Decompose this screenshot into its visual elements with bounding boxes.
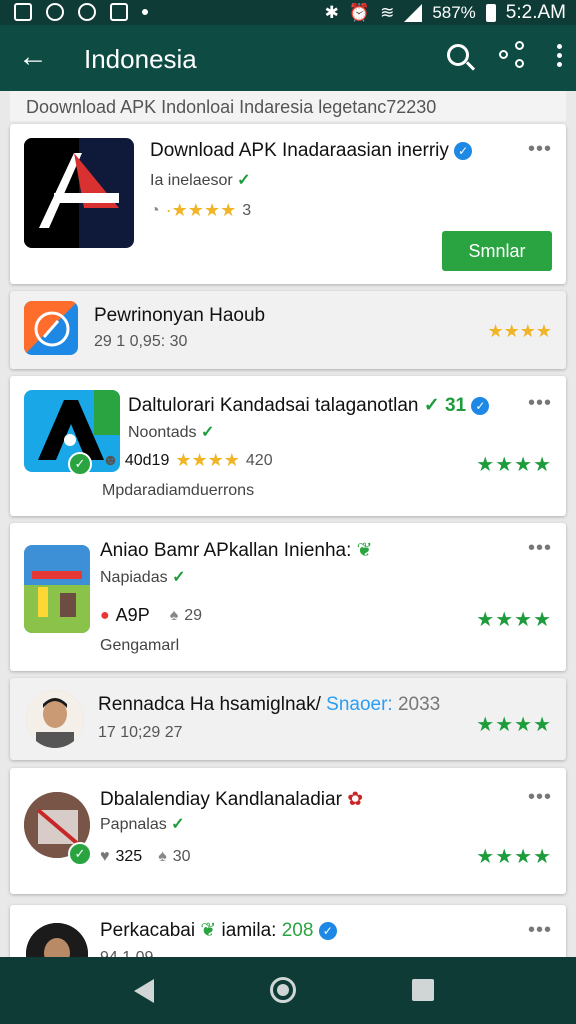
meta-b: 30 — [172, 848, 191, 865]
rating-stars-icon: ·★★★★ — [165, 200, 237, 220]
sim-icon — [110, 3, 128, 21]
page-title: Indonesia — [84, 44, 197, 74]
downloads-icon: ◔ — [150, 201, 160, 219]
thumbs-icon: ♠ — [169, 606, 179, 624]
alarm-icon: ⏰ — [348, 3, 371, 22]
avatar — [26, 690, 84, 748]
sync-icon — [46, 3, 64, 21]
app-icon — [24, 301, 78, 355]
list-item[interactable]: Pewrinonyan Haoub 29 1 0,95: 30 ★★★★ — [10, 291, 566, 369]
item-extra: Gengamarl — [100, 637, 180, 654]
verified-icon: ✓ — [454, 141, 473, 160]
app-title: Perkacabai — [100, 920, 196, 941]
app-title: Aniao Bamr APkallan Inienha: — [100, 540, 352, 561]
leaf-icon: ❦ — [200, 920, 217, 941]
status-bar: ✱ ⏰ ≋ 587% 5:2.AM — [0, 0, 576, 25]
item-meta: 29 1 0,95: 30 — [94, 333, 188, 350]
title-accent: Snaoer: — [326, 694, 393, 715]
meta-a: 325 — [115, 848, 143, 865]
rating-stars-icon: ★★★★ — [476, 454, 552, 476]
rating-stars-icon: ★★★★ — [476, 714, 552, 736]
notification-dot-icon — [142, 9, 148, 15]
rating-stars-icon: ★★★★ — [487, 321, 552, 341]
app-title: Daltulorari Kandadsai talaganotlan — [128, 395, 419, 416]
verified-icon: ✓ — [471, 396, 490, 415]
item-extra: Mpdaradiamduerrons — [102, 482, 255, 499]
share-icon[interactable] — [499, 41, 527, 69]
check-icon: ✓ — [171, 816, 185, 833]
item-more-icon[interactable]: ••• — [528, 786, 552, 809]
title-suffix: 31 — [444, 395, 467, 416]
nav-back-icon[interactable] — [134, 979, 154, 1003]
item-more-icon[interactable]: ••• — [528, 138, 552, 161]
developer-name: Papnalas — [100, 816, 167, 833]
item-meta: 94 1 09 — [100, 949, 153, 957]
gallery-icon — [14, 3, 32, 21]
install-button[interactable]: Smnlar — [442, 231, 552, 271]
nav-recents-icon[interactable] — [412, 979, 434, 1001]
clock: 5:2.AM — [505, 2, 566, 23]
developer-name: Napiadas — [100, 569, 168, 586]
app-badge-icon: ● — [100, 606, 110, 624]
check-icon: ✓ — [200, 424, 215, 441]
title-tail: 208 — [281, 920, 314, 941]
list-item[interactable]: ✓ Daltulorari Kandadsai talaganotlan ✓ 3… — [10, 376, 566, 516]
nav-home-icon[interactable] — [270, 977, 296, 1003]
title-accent: iamila: — [221, 920, 277, 941]
downloads-count: 40d19 — [124, 451, 170, 469]
app-title: Dbalalendiay Kandlanaladiar — [100, 789, 342, 810]
check-icon: ✓ — [172, 569, 186, 586]
thumbs-icon: ♠ — [158, 848, 167, 865]
rating-count: 420 — [245, 451, 273, 469]
verified-badge-icon: ✓ — [68, 452, 92, 476]
meta-b: 29 — [184, 606, 202, 624]
item-more-icon[interactable]: ••• — [528, 537, 552, 560]
rating-stars-icon: ★★★★ — [476, 846, 552, 868]
signal-icon — [404, 4, 423, 22]
search-icon[interactable] — [447, 44, 469, 66]
title-tail: 2033 — [397, 694, 441, 715]
app-title: Pewrinonyan Haoub — [94, 305, 266, 326]
wifi-icon: ≋ — [380, 3, 395, 22]
bug-icon: ✿ — [347, 789, 364, 810]
list-item[interactable]: Perkacabai ❦ iamila: 208 ✓ 94 1 09 ••• — [10, 905, 566, 957]
app-bar: ← Indonesia — [0, 25, 576, 91]
back-arrow-icon[interactable]: ← — [18, 39, 48, 75]
search-query-strip: Doownload APK Indonloai Indaresia legeta… — [10, 91, 566, 121]
developer-name: Ia inelaesor — [150, 172, 233, 189]
battery-icon — [485, 4, 496, 22]
check-icon: ✓ — [237, 172, 251, 189]
meta-a: A9P — [115, 605, 150, 625]
verified-icon: ✓ — [318, 921, 337, 940]
item-more-icon[interactable]: ••• — [528, 919, 552, 942]
developer-name: Noontads — [128, 424, 197, 441]
list-item[interactable]: ✓ Dbalalendiay Kandlanaladiar ✿ Papnalas… — [10, 768, 566, 894]
list-item[interactable]: Download APK Inadaraasian inerriy ✓ Ia i… — [10, 124, 566, 284]
avatar — [26, 923, 88, 957]
app-title: Rennadca Ha hsamiglnak/ — [98, 694, 321, 715]
navigation-bar — [0, 957, 576, 1024]
battery-percent: 587% — [432, 3, 476, 22]
rating-stars-icon: ★★★★ — [175, 450, 240, 470]
app-title: Download APK Inadaraasian inerriy — [150, 140, 449, 161]
rating-stars-icon: ★★★★ — [476, 609, 552, 631]
rating-count: 3 — [242, 201, 252, 219]
check-icon: ✓ — [423, 395, 440, 416]
bluetooth-icon: ✱ — [324, 3, 339, 22]
item-more-icon[interactable]: ••• — [528, 392, 552, 415]
heart-icon: ♥ — [100, 848, 110, 865]
messenger-icon — [78, 3, 96, 21]
app-icon — [24, 138, 134, 248]
app-icon — [24, 545, 90, 633]
list-item[interactable]: Aniao Bamr APkallan Inienha: ❦ Napiadas … — [10, 523, 566, 671]
more-options-icon[interactable] — [557, 43, 562, 67]
leaf-icon: ❦ — [356, 540, 373, 561]
emoji-icon: ☻ — [102, 451, 119, 469]
item-meta: 17 10;29 27 — [98, 724, 183, 741]
results-list[interactable]: Doownload APK Indonloai Indaresia legeta… — [0, 91, 576, 957]
verified-badge-icon: ✓ — [68, 842, 92, 866]
list-item[interactable]: Rennadca Ha hsamiglnak/ Snaoer: 2033 17 … — [10, 678, 566, 760]
